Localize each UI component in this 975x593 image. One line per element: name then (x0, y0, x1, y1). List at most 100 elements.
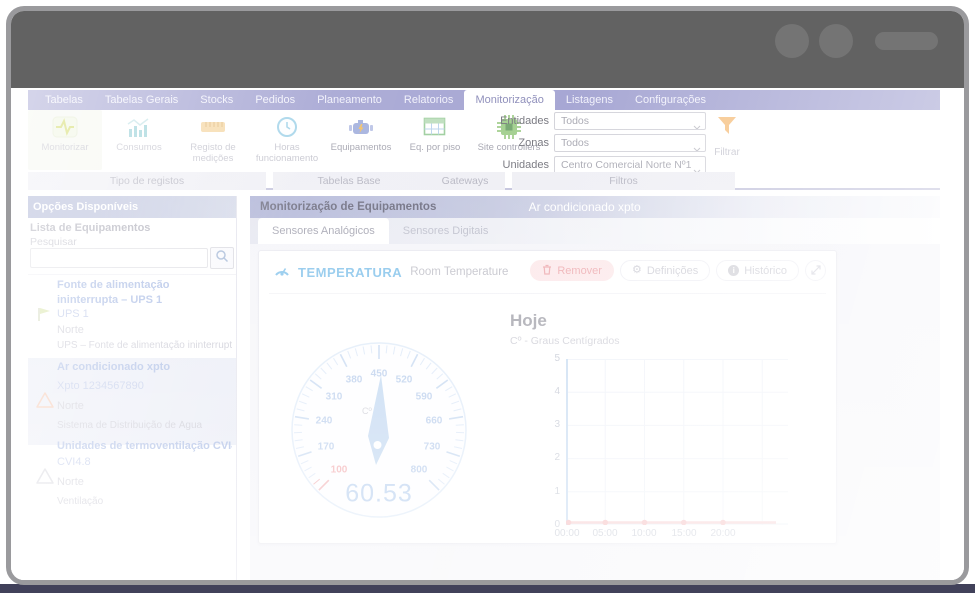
gauge-tick-label: 590 (416, 392, 433, 403)
tree-item-zone: Norte (57, 324, 232, 336)
tool-label: Horas funcionamento (250, 142, 324, 165)
menu-tab-monitorizacao[interactable]: Monitorização (464, 90, 554, 110)
browser-window-frame: Tabelas Tabelas Gerais Stocks Pedidos Pl… (6, 6, 969, 585)
tree-item-type: Ventilação (57, 496, 232, 507)
menu-tab-tabelas-gerais[interactable]: Tabelas Gerais (94, 90, 189, 110)
tree-item-name: Xpto 1234567890 (57, 380, 232, 392)
window-titlebar (11, 11, 964, 88)
gauge-unit: Cº (362, 406, 372, 416)
expand-button[interactable] (805, 260, 826, 281)
temperature-gauge: 100 170 240 310 380 450 520 590 660 730 … (289, 342, 473, 538)
definicoes-button[interactable]: ⚙ Definições (620, 260, 710, 281)
menu-tab-relatorios[interactable]: Relatorios (393, 90, 465, 110)
tree-item-zone: Norte (57, 476, 232, 488)
gauge-tick-label: 380 (346, 375, 363, 386)
tree-item-title: Fonte de alimentação ininterrupta – UPS … (57, 278, 232, 310)
x-axis-tick: 15:00 (664, 528, 704, 539)
screenshot-stage: Tabelas Tabelas Gerais Stocks Pedidos Pl… (0, 0, 975, 593)
tree-item-ups[interactable]: Fonte de alimentação ininterrupta – UPS … (28, 276, 236, 358)
tool-label: Consumos (116, 142, 161, 153)
tool-eq-por-piso[interactable]: Eq. por piso (398, 110, 472, 170)
chevron-down-icon (693, 119, 701, 130)
gauge-tick-label: 800 (411, 465, 428, 476)
y-axis-tick: 2 (536, 452, 560, 463)
unidades-label: Unidades (496, 159, 554, 171)
tool-consumos[interactable]: Consumos (102, 110, 176, 170)
gauge-icon (273, 262, 291, 282)
remover-button[interactable]: Remover (530, 260, 614, 281)
group-tabelas-base: Tabelas Base (273, 172, 425, 190)
menu-tab-planeamento[interactable]: Planeamento (306, 90, 393, 110)
tree-item-termoventilacao[interactable]: Unidades de termoventilação CVI4.8 CVI4.… (28, 438, 236, 518)
panel-title: TEMPERATURA (298, 265, 402, 280)
chart-subtitle: Cº - Graus Centígrados (510, 335, 619, 347)
today-chart: Hoje Cº - Graus Centígrados (490, 311, 800, 543)
gauge-tick-label: 170 (318, 442, 335, 453)
group-gateways: Gateways (425, 172, 505, 190)
triangle-warning-icon (34, 390, 56, 415)
ruler-icon (200, 114, 226, 140)
entidades-value: Todos (561, 115, 589, 127)
definicoes-label: Definições (647, 265, 698, 277)
divider (28, 274, 236, 275)
filtrar-button[interactable]: Filtrar (701, 116, 753, 158)
chart-plot-area (566, 359, 788, 525)
window-control-circle[interactable] (775, 24, 809, 58)
tool-label: Monitorizar (42, 142, 89, 153)
search-button[interactable] (210, 247, 234, 269)
engine-icon (347, 114, 375, 140)
tool-horas-funcionamento[interactable]: Horas funcionamento (250, 110, 324, 170)
menu-tab-listagens[interactable]: Listagens (555, 90, 624, 110)
panel-subtitle: Room Temperature (410, 266, 508, 278)
group-filtros: Filtros (512, 172, 735, 190)
info-icon: i (728, 265, 739, 276)
tab-sensores-digitais[interactable]: Sensores Digitais (389, 218, 503, 244)
window-control-circle[interactable] (819, 24, 853, 58)
section-title: Monitorização de Equipamentos (260, 196, 436, 218)
filter-fields: Entidades Todos Zonas Todos Unidades Cen (496, 112, 706, 178)
tree-item-title: Unidades de termoventilação CVI4.8 (57, 440, 232, 452)
zonas-select[interactable]: Todos (554, 134, 706, 152)
tool-equipamentos[interactable]: Equipamentos (324, 110, 398, 170)
divider (269, 293, 826, 294)
group-tipo-de-registos: Tipo de registos (28, 172, 266, 190)
triangle-icon (34, 466, 56, 491)
menu-tab-tabelas[interactable]: Tabelas (34, 90, 94, 110)
x-axis-tick: 10:00 (624, 528, 664, 539)
tree-item-ar-condicionado[interactable]: Ar condicionado xpto Xpto 1234567890 Nor… (28, 358, 236, 445)
gauge-value: 60.53 (345, 480, 413, 509)
chevron-down-icon (693, 141, 701, 152)
gauge-tick-label: 240 (316, 416, 333, 427)
menu-tab-stocks[interactable]: Stocks (189, 90, 244, 110)
sidebar-header: Opções Disponíveis (28, 196, 236, 218)
tree-item-type: Sistema de Distribuição de Água (57, 420, 232, 431)
x-axis-tick: 00:00 (547, 528, 587, 539)
menu-tab-configuracoes[interactable]: Configurações (624, 90, 717, 110)
tool-monitorizar[interactable]: Monitorizar (28, 110, 102, 170)
search-input[interactable] (30, 248, 208, 268)
expand-icon (811, 262, 821, 280)
window-control-pill[interactable] (875, 32, 938, 50)
sidebar-list-title: Lista de Equipamentos (30, 222, 150, 234)
floor-grid-icon (423, 114, 447, 140)
tab-sensores-analogicos[interactable]: Sensores Analógicos (258, 218, 389, 244)
tree-item-name: UPS 1 (57, 308, 232, 320)
remover-label: Remover (557, 265, 602, 277)
entidades-select[interactable]: Todos (554, 112, 706, 130)
y-axis-tick: 4 (536, 386, 560, 397)
historico-button[interactable]: i Histórico (716, 260, 799, 281)
entidades-label: Entidades (496, 115, 554, 127)
zonas-value: Todos (561, 137, 589, 149)
menu-tab-pedidos[interactable]: Pedidos (244, 90, 306, 110)
tree-item-name: CVI4.8 (57, 456, 232, 468)
tool-label: Equipamentos (331, 142, 392, 153)
equipment-title: Ar condicionado xpto (529, 196, 641, 218)
tree-item-zone: Norte (57, 400, 232, 412)
tool-registo-medicoes[interactable]: Registo de medições (176, 110, 250, 170)
y-axis-tick: 5 (536, 353, 560, 364)
toolbar-ribbon: Monitorizar Consumos Registo de medições (28, 110, 940, 190)
trash-icon (542, 264, 552, 278)
gauge-tick-label: 520 (396, 375, 413, 386)
gauge-tick-label: 450 (371, 369, 388, 380)
gauge-tick-label: 730 (424, 442, 441, 453)
